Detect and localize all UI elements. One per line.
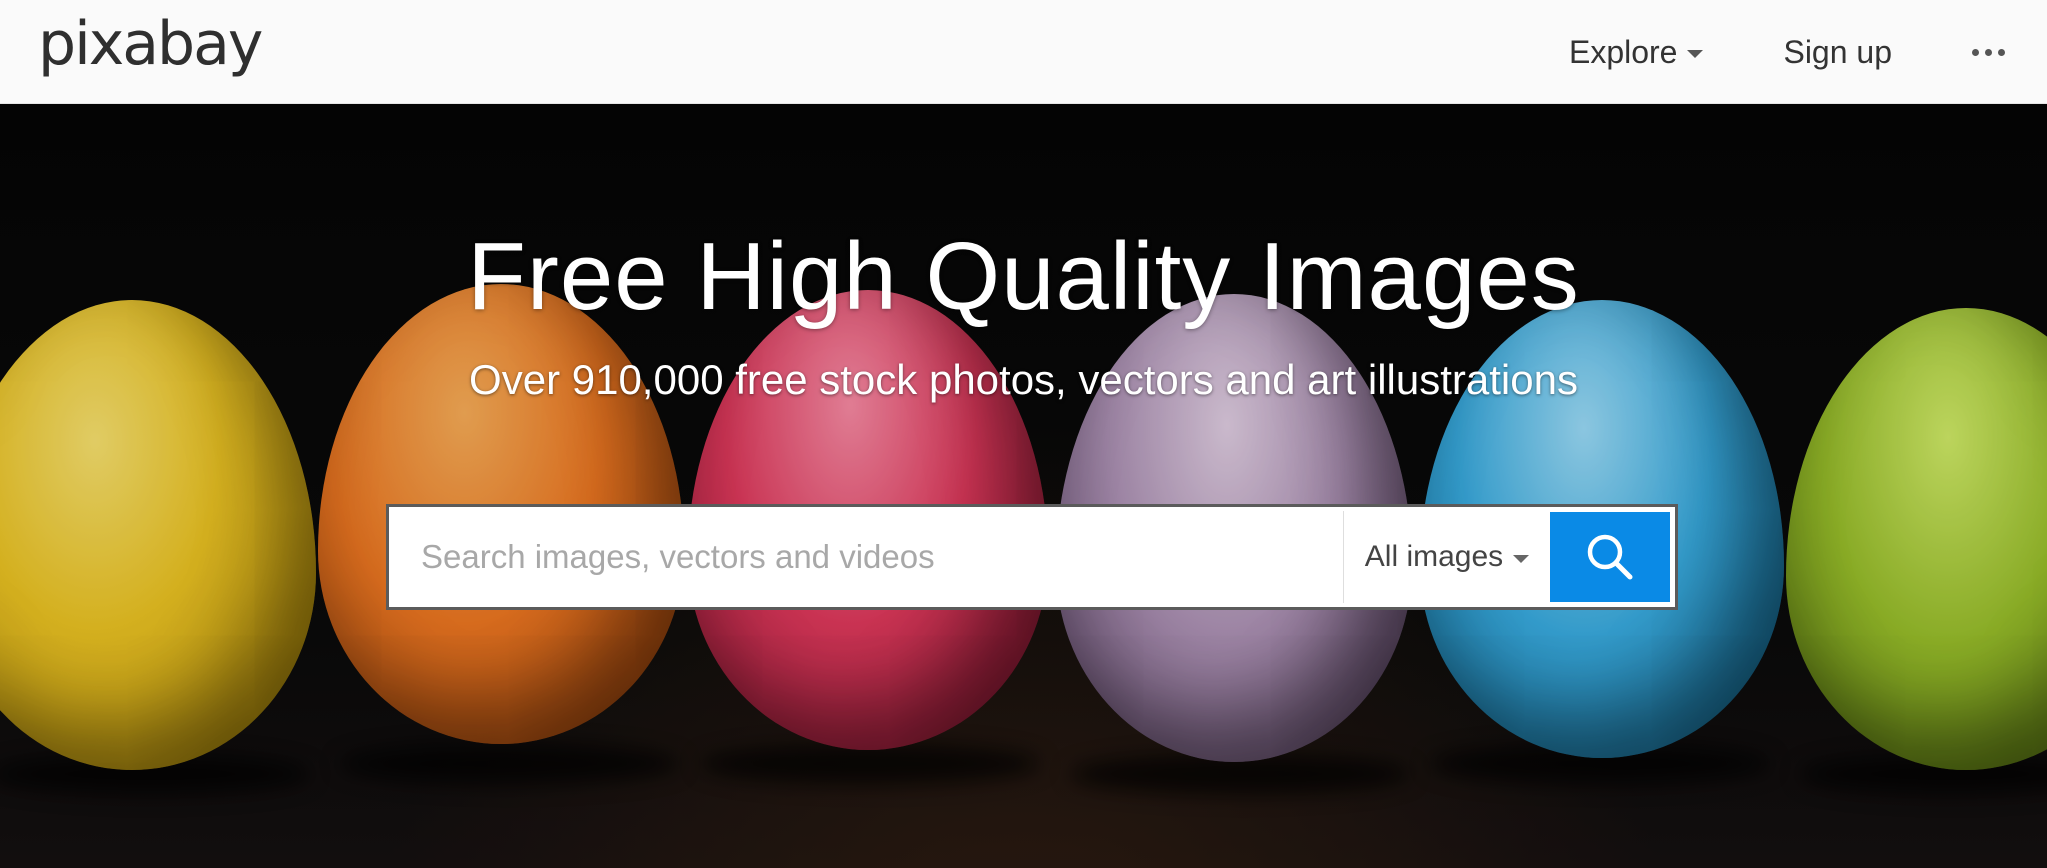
top-navigation-bar: pixabay Explore Sign up [0, 0, 2047, 104]
chevron-down-icon [1687, 49, 1704, 58]
media-type-select[interactable]: All images [1344, 507, 1550, 607]
explore-label: Explore [1568, 33, 1678, 70]
hero-subtitle: Over 910,000 free stock photos, vectors … [469, 356, 1578, 403]
pixabay-logo[interactable]: pixabay [38, 14, 263, 74]
search-icon [1587, 534, 1633, 580]
search-form: All images [386, 504, 1678, 610]
media-type-label: All images [1364, 540, 1504, 573]
search-input[interactable] [389, 507, 1343, 607]
search-button[interactable] [1550, 512, 1670, 602]
explore-menu[interactable]: Explore [1569, 34, 1704, 71]
page: pixabay Explore Sign up Free High Qualit… [0, 0, 2047, 868]
chevron-down-icon [1513, 554, 1530, 563]
hero-banner: Free High Quality Images Over 910,000 fr… [0, 104, 2047, 868]
hero-title: Free High Quality Images [467, 223, 1580, 330]
main-nav: Explore Sign up [1569, 0, 2047, 104]
more-horizontal-icon[interactable] [1972, 48, 2005, 56]
signup-link[interactable]: Sign up [1783, 34, 1892, 71]
